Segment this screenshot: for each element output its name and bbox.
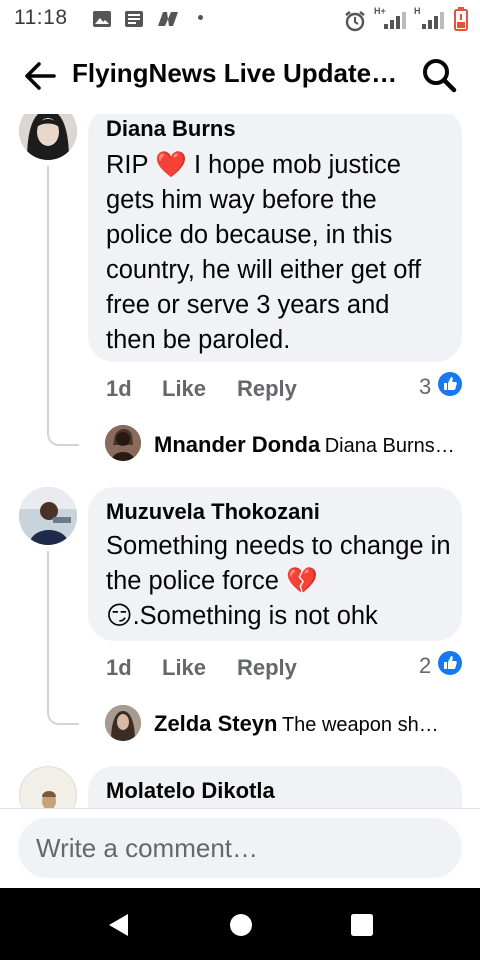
comment-bubble[interactable]: Molatelo Dikotla <box>88 766 462 808</box>
profile-photo <box>20 767 76 808</box>
alarm-icon <box>345 11 365 32</box>
reply-snippet: The weapon sh… <box>281 714 439 736</box>
reply-preview[interactable]: Mnander Donda Diana Burns… <box>154 432 466 472</box>
like-reaction-icon[interactable] <box>438 651 462 675</box>
avatar-mnander-donda[interactable] <box>105 425 141 461</box>
profile-photo <box>105 705 141 741</box>
comment-author[interactable]: Muzuvela Thokozani <box>106 499 320 525</box>
status-time: 11:18 <box>14 6 68 29</box>
comment-author[interactable]: Molatelo Dikotla <box>106 778 275 804</box>
avatar-diana-burns[interactable] <box>19 114 77 160</box>
like-button[interactable]: Like <box>162 655 206 681</box>
comment-input[interactable] <box>18 818 462 878</box>
profile-photo <box>105 425 141 461</box>
signal-h-icon <box>422 12 444 29</box>
comment-text: Something needs to change in the police … <box>106 532 451 630</box>
reply-snippet: Diana Burns… <box>324 435 455 457</box>
back-triangle-icon[interactable] <box>104 910 134 940</box>
reaction-count[interactable]: 2 <box>419 653 431 679</box>
home-circle-icon[interactable] <box>226 910 256 940</box>
comment-bubble[interactable]: Muzuvela Thokozani Something needs to ch… <box>88 487 462 641</box>
page-title: FlyingNews Live Update… <box>72 58 398 88</box>
comment-bubble[interactable]: Diana Burns RIP ❤️ I hope mob justice ge… <box>88 114 462 362</box>
avatar-muzuvela-thokozani[interactable] <box>19 487 77 545</box>
like-button[interactable]: Like <box>162 376 206 402</box>
recents-square-icon[interactable] <box>347 910 377 940</box>
comment-timestamp: 1d <box>106 655 132 680</box>
reply-preview[interactable]: Zelda Steyn The weapon sh… <box>154 711 466 751</box>
comment-feed[interactable]: Diana Burns RIP ❤️ I hope mob justice ge… <box>0 114 480 808</box>
reply-button[interactable]: Reply <box>237 655 297 681</box>
comment-author[interactable]: Diana Burns <box>106 116 236 142</box>
news-icon <box>125 11 143 27</box>
comment-composer <box>0 808 480 889</box>
reply-button[interactable]: Reply <box>237 376 297 402</box>
avatar-zelda-steyn[interactable] <box>105 705 141 741</box>
profile-photo <box>19 114 77 160</box>
signal-hplus-icon <box>384 12 406 29</box>
system-nav-bar <box>0 888 480 960</box>
profile-photo <box>19 487 77 545</box>
avatar-molatelo-dikotla[interactable] <box>19 766 77 808</box>
reply-author: Mnander Donda <box>154 432 321 457</box>
battery-low-icon <box>454 7 468 31</box>
back-arrow-icon[interactable] <box>22 58 58 94</box>
reply-author: Zelda Steyn <box>154 711 278 736</box>
like-reaction-icon[interactable] <box>438 372 462 396</box>
reply-thread-line <box>47 166 79 446</box>
notification-dot <box>198 15 203 20</box>
flyingnews-app-icon <box>158 12 178 26</box>
comment-text: RIP ❤️ I hope mob justice gets him way b… <box>106 151 422 354</box>
comment-timestamp: 1d <box>106 376 132 401</box>
reaction-count[interactable]: 3 <box>419 374 431 400</box>
search-icon[interactable] <box>420 56 458 94</box>
reply-thread-line <box>47 551 79 725</box>
image-icon <box>93 11 111 27</box>
status-bar: 11:18 H+ H <box>0 0 480 36</box>
app-bar: FlyingNews Live Update… <box>0 36 480 114</box>
